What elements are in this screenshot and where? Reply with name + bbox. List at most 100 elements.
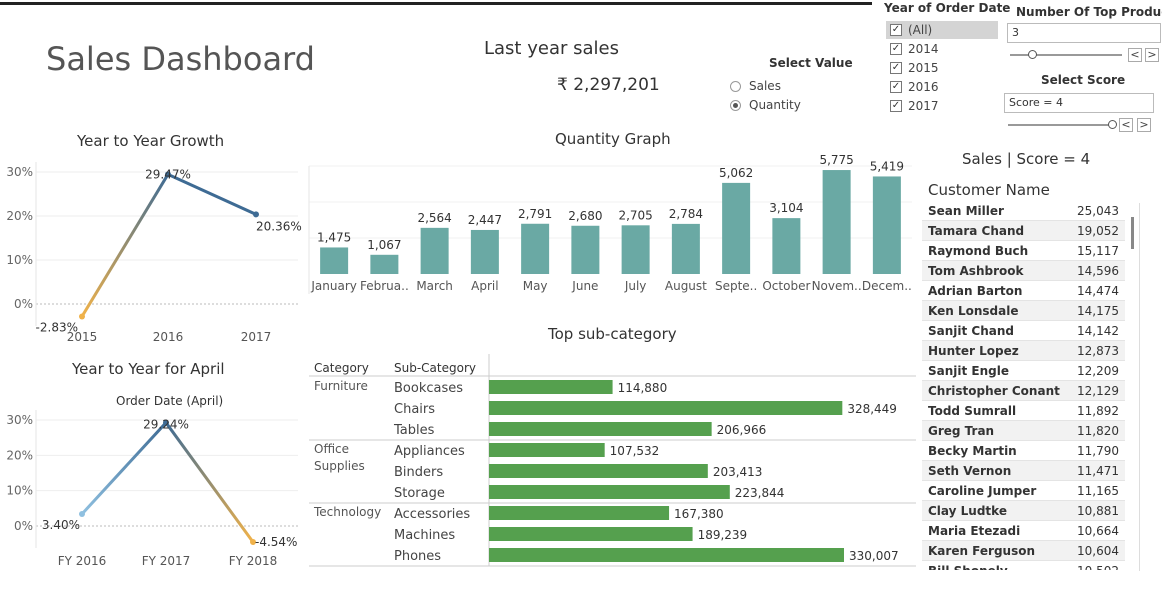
bar-value-label: 2,447 <box>468 213 502 227</box>
customer-list-scrollbar[interactable] <box>1131 217 1134 249</box>
customer-row[interactable]: Caroline Jumper 11,165 <box>922 481 1125 501</box>
bar-value-label: 330,007 <box>849 549 899 563</box>
bar-value-label: 2,791 <box>518 207 552 221</box>
bar <box>489 380 613 394</box>
bar <box>370 254 399 274</box>
line-segment <box>80 421 168 516</box>
x-tick-label: July <box>624 279 647 293</box>
x-tick-label: Decem.. <box>862 279 912 293</box>
scroll-divider <box>1139 203 1140 571</box>
y-tick-label: 10% <box>6 484 33 498</box>
customer-name: Maria Etezadi <box>928 523 1021 538</box>
customer-name: Becky Martin <box>928 443 1017 458</box>
bar <box>420 227 449 274</box>
bar <box>621 225 650 274</box>
bar <box>822 170 851 274</box>
category-label: Furniture <box>314 379 368 393</box>
x-tick-label: June <box>571 279 598 293</box>
y-tick-label: 30% <box>6 165 33 179</box>
customer-row[interactable]: Sean Miller 25,043 <box>922 201 1125 221</box>
customer-row[interactable]: Greg Tran 11,820 <box>922 421 1125 441</box>
customer-row[interactable]: Raymond Buch 15,117 <box>922 241 1125 261</box>
x-tick-label: August <box>665 279 707 293</box>
subcategory-label: Machines <box>394 528 455 543</box>
bar-value-label: 203,413 <box>713 465 763 479</box>
x-tick-label: 2016 <box>153 330 184 344</box>
customer-name: Greg Tran <box>928 423 995 438</box>
data-label: -4.54% <box>255 535 297 549</box>
customer-sales-value: 11,892 <box>1077 403 1119 418</box>
bar <box>320 247 349 274</box>
bar-value-label: 114,880 <box>618 381 668 395</box>
category-label: Supplies <box>314 459 365 473</box>
bar-value-label: 5,062 <box>719 166 753 180</box>
subcategory-label: Tables <box>393 423 435 438</box>
customer-row[interactable]: Adrian Barton 14,474 <box>922 281 1125 301</box>
y-tick-label: 0% <box>14 297 33 311</box>
x-tick-label: 2015 <box>67 330 98 344</box>
customer-row[interactable]: Ken Lonsdale 14,175 <box>922 301 1125 321</box>
bar-value-label: 206,966 <box>717 423 767 437</box>
customer-row[interactable]: Maria Etezadi 10,664 <box>922 521 1125 541</box>
customer-list[interactable]: Sean Miller 25,043 Tamara Chand 19,052 Raymo… <box>922 201 1125 570</box>
subcat-header-category: Category <box>314 361 369 375</box>
bar <box>571 225 600 274</box>
subcategory-label: Bookcases <box>394 381 463 396</box>
line-segment <box>164 421 255 544</box>
customer-sales-value: 12,129 <box>1077 383 1119 398</box>
customer-name: Sanjit Chand <box>928 323 1015 338</box>
y-tick-label: 20% <box>6 209 33 223</box>
customer-row[interactable]: Christopher Conant 12,129 <box>922 381 1125 401</box>
bar-value-label: 189,239 <box>698 528 748 542</box>
customer-sales-value: 10,604 <box>1077 543 1119 558</box>
bar-value-label: 2,784 <box>669 207 703 221</box>
customer-row[interactable]: Todd Sumrall 11,892 <box>922 401 1125 421</box>
category-label: Office <box>314 442 349 456</box>
customer-row[interactable]: Seth Vernon 11,471 <box>922 461 1125 481</box>
customer-name: Bill Shonely <box>928 564 1008 571</box>
subcategory-label: Appliances <box>394 444 465 459</box>
bar-value-label: 328,449 <box>847 402 897 416</box>
x-tick-label: Novem.. <box>812 279 862 293</box>
data-point <box>253 211 259 218</box>
customer-sales-value: 12,209 <box>1077 363 1119 378</box>
x-tick-label: March <box>416 279 453 293</box>
subcategory-label: Binders <box>394 465 443 480</box>
bar <box>872 176 901 274</box>
customer-sales-value: 14,175 <box>1077 303 1119 318</box>
customer-sales-value: 15,117 <box>1077 243 1119 258</box>
customer-sales-value: 19,052 <box>1077 223 1119 238</box>
customer-name: Todd Sumrall <box>928 403 1017 418</box>
customer-name: Tom Ashbrook <box>928 263 1024 278</box>
bar <box>521 223 550 274</box>
customer-name: Sean Miller <box>928 203 1004 218</box>
customer-row[interactable]: Karen Ferguson 10,604 <box>922 541 1125 561</box>
bar <box>671 223 700 274</box>
x-tick-label: Februa.. <box>360 279 409 293</box>
customer-row[interactable]: Tamara Chand 19,052 <box>922 221 1125 241</box>
bar <box>470 229 499 274</box>
customer-row[interactable]: Sanjit Engle 12,209 <box>922 361 1125 381</box>
line-segment <box>80 172 170 318</box>
subcategory-label: Accessories <box>394 507 470 522</box>
customer-row[interactable]: Sanjit Chand 14,142 <box>922 321 1125 341</box>
customer-row[interactable]: Becky Martin 11,790 <box>922 441 1125 461</box>
bar-value-label: 167,380 <box>674 507 724 521</box>
bar-value-label: 3,104 <box>769 201 803 215</box>
customer-row[interactable]: Tom Ashbrook 14,596 <box>922 261 1125 281</box>
data-point <box>79 313 85 320</box>
customer-sales-value: 11,165 <box>1077 483 1119 498</box>
customer-row[interactable]: Bill Shonely 10,502 <box>922 561 1125 571</box>
bar <box>489 485 730 499</box>
customer-name: Caroline Jumper <box>928 483 1037 498</box>
customer-row[interactable]: Hunter Lopez 12,873 <box>922 341 1125 361</box>
bar <box>489 422 712 436</box>
bar <box>489 401 843 415</box>
quantity-bar-chart: 1,475 January 1,067 Februa.. 2,564 March 2,447… <box>308 153 912 294</box>
customer-row[interactable]: Clay Ludtke 10,881 <box>922 501 1125 521</box>
category-label: Technology <box>313 505 381 519</box>
customer-sales-value: 11,790 <box>1077 443 1119 458</box>
subcat-header-subcategory: Sub-Category <box>394 361 476 375</box>
sales-score-title: Sales | Score = 4 <box>962 150 1091 168</box>
customer-sales-value: 10,502 <box>1077 564 1119 571</box>
